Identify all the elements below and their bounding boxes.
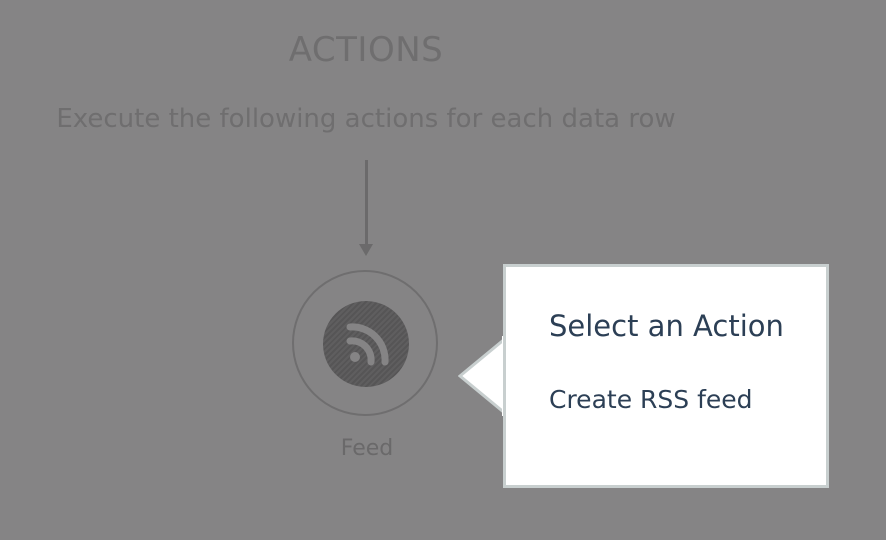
- feed-node-label: Feed: [340, 436, 394, 461]
- select-action-popover: Select an Action Create RSS feed: [503, 264, 829, 488]
- feed-action-node[interactable]: [292, 270, 438, 416]
- flow-arrow-head-icon: [359, 244, 373, 256]
- popover-title: Select an Action: [549, 309, 784, 343]
- flow-arrow-line: [365, 160, 368, 246]
- rss-icon: [346, 323, 389, 366]
- create-rss-feed-option[interactable]: Create RSS feed: [549, 385, 753, 414]
- section-title: ACTIONS: [288, 30, 444, 70]
- feed-node-core: [323, 301, 409, 387]
- section-subtitle: Execute the following actions for each d…: [56, 104, 676, 134]
